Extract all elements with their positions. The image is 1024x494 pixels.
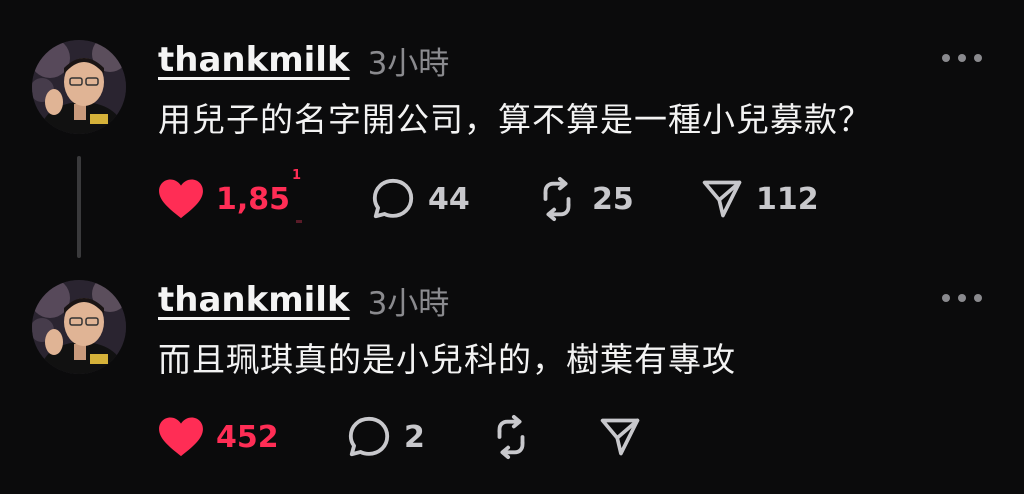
like-button[interactable]: 452 <box>158 412 279 462</box>
reply-button[interactable]: 2 <box>346 412 425 462</box>
thread-line <box>77 156 81 258</box>
comment-icon <box>348 416 390 457</box>
more-icon[interactable] <box>942 52 982 64</box>
send-icon <box>600 418 640 456</box>
timestamp: 3小時 <box>367 45 450 82</box>
reply-button[interactable]: 44 <box>370 174 470 224</box>
like-button[interactable]: 1,85 1 <box>158 168 302 224</box>
avatar[interactable] <box>32 40 126 134</box>
like-count: 452 <box>216 419 279 455</box>
repost-icon <box>543 176 571 222</box>
like-count-overflow: 1 <box>292 168 302 183</box>
like-count: 1,85 <box>216 181 291 217</box>
reply-count: 44 <box>428 181 470 217</box>
repost-button[interactable]: 25 <box>534 174 634 224</box>
post-text: 而且珮琪真的是小兒科的，樹葉有專攻 <box>158 340 736 379</box>
username[interactable]: thankmilk <box>158 280 350 320</box>
share-button[interactable] <box>598 412 654 462</box>
share-count: 112 <box>756 181 819 217</box>
heart-icon <box>159 179 203 219</box>
share-button[interactable]: 112 <box>700 174 819 224</box>
post-actions: 452 2 <box>158 412 918 462</box>
comment-icon <box>372 178 414 219</box>
thread-post: thankmilk 3小時 而且珮琪真的是小兒科的，樹葉有專攻 452 2 <box>0 262 1024 494</box>
like-count-marker <box>296 220 302 223</box>
reply-count: 2 <box>404 419 425 455</box>
post-header: thankmilk 3小時 <box>158 38 449 82</box>
repost-button[interactable] <box>488 412 546 462</box>
post-text: 用兒子的名字開公司，算不算是一種小兒募款？ <box>158 100 872 139</box>
timestamp: 3小時 <box>367 285 450 322</box>
username[interactable]: thankmilk <box>158 40 350 80</box>
send-icon <box>702 180 742 218</box>
post-actions: 1,85 1 44 25 112 <box>158 168 918 224</box>
repost-icon <box>497 414 525 460</box>
avatar[interactable] <box>32 280 126 374</box>
more-icon[interactable] <box>942 292 982 304</box>
heart-icon <box>159 417 203 457</box>
thread-post: thankmilk 3小時 用兒子的名字開公司，算不算是一種小兒募款？ 1,85… <box>0 0 1024 258</box>
repost-count: 25 <box>592 181 634 217</box>
post-header: thankmilk 3小時 <box>158 278 449 322</box>
